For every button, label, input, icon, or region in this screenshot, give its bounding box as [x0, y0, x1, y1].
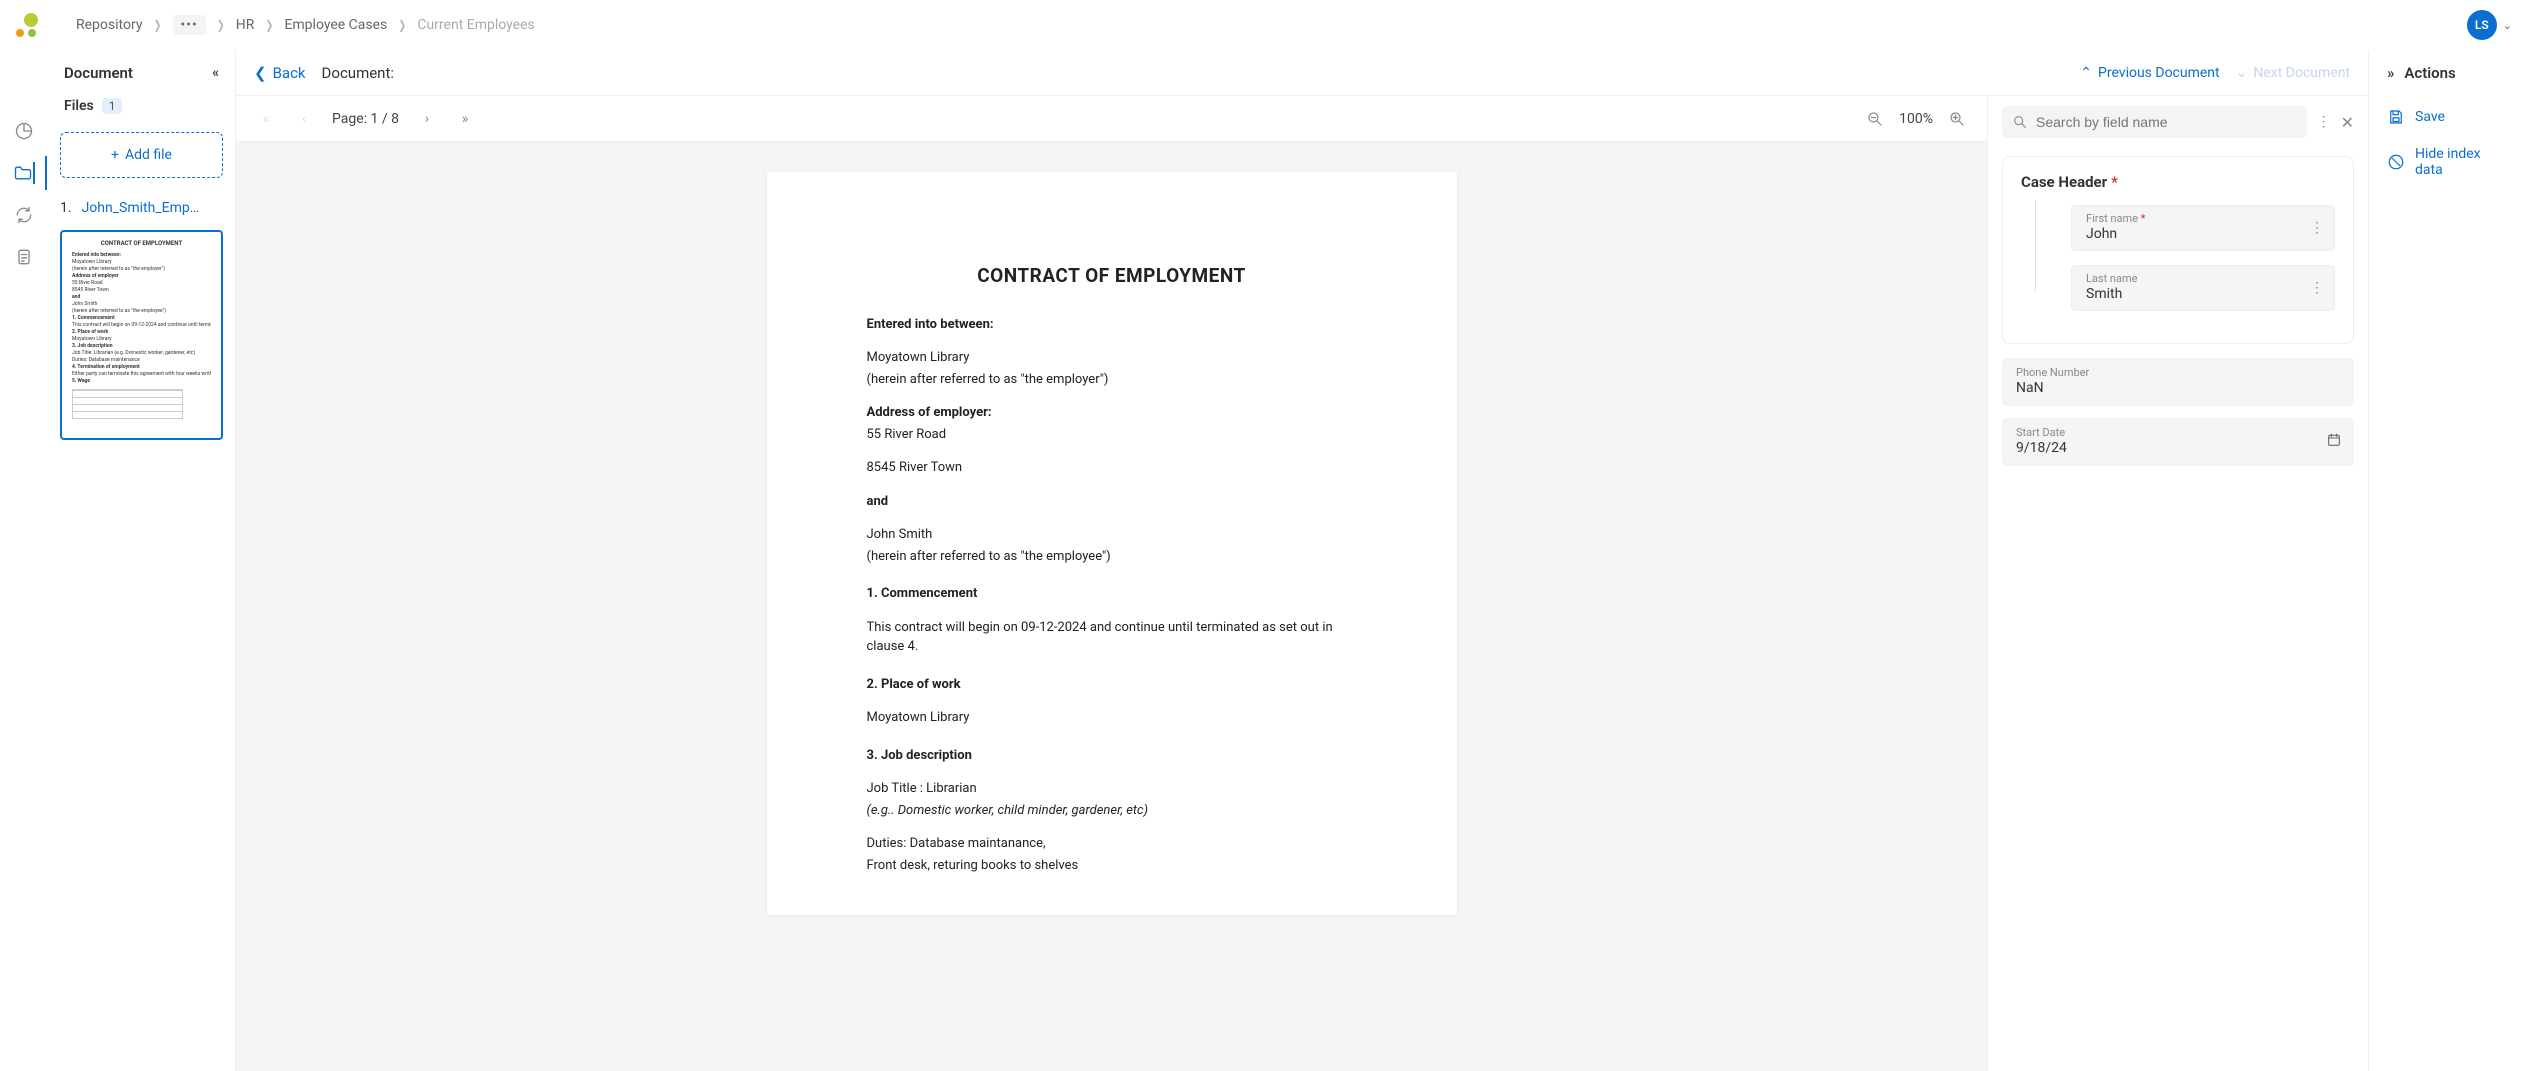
- previous-document-button[interactable]: ⌃ Previous Document: [2080, 65, 2219, 81]
- document-title-label: Document:: [322, 64, 394, 82]
- plus-icon: +: [111, 147, 119, 163]
- file-item[interactable]: 1. John_Smith_Emp…: [48, 192, 235, 224]
- files-label: Files: [64, 98, 94, 114]
- pie-icon[interactable]: [13, 120, 35, 142]
- folder-icon[interactable]: [13, 162, 35, 184]
- file-name: John_Smith_Emp…: [82, 200, 200, 216]
- breadcrumb-hr[interactable]: HR: [236, 17, 255, 33]
- next-page-icon[interactable]: ›: [417, 111, 437, 127]
- chevron-right-icon: ❭: [216, 18, 226, 32]
- first-page-icon: «: [256, 111, 276, 127]
- breadcrumb-repository[interactable]: Repository: [76, 17, 142, 33]
- hide-index-data-label: Hide index data: [2415, 146, 2510, 178]
- files-count-badge: 1: [102, 98, 123, 114]
- user-menu[interactable]: LS ⌄: [2467, 10, 2512, 40]
- breadcrumb-employee-cases[interactable]: Employee Cases: [284, 17, 387, 33]
- back-button[interactable]: ❮ Back: [254, 64, 306, 82]
- zoom-level: 100%: [1899, 111, 1933, 127]
- chevron-right-icon: ❭: [397, 18, 407, 32]
- more-icon[interactable]: ⋮: [2310, 220, 2324, 236]
- chevron-down-icon: ⌄: [2236, 65, 2248, 81]
- app-logo: [16, 13, 40, 37]
- zoom-in-icon[interactable]: [1947, 110, 1967, 128]
- clipboard-icon[interactable]: [13, 246, 35, 268]
- add-file-label: Add file: [125, 147, 172, 163]
- case-header-title: Case Header*: [2021, 173, 2335, 191]
- contract-title: CONTRACT OF EMPLOYMENT: [867, 262, 1357, 291]
- collapse-left-icon[interactable]: «: [212, 65, 219, 81]
- file-index: 1.: [60, 200, 72, 216]
- more-icon[interactable]: ⋮: [2310, 280, 2324, 296]
- prev-page-icon: ‹: [294, 111, 314, 127]
- document-page: CONTRACT OF EMPLOYMENT Entered into betw…: [767, 172, 1457, 915]
- save-icon: [2387, 108, 2405, 126]
- breadcrumb-current: Current Employees: [417, 17, 534, 33]
- zoom-out-icon[interactable]: [1865, 110, 1885, 128]
- back-label: Back: [273, 64, 306, 82]
- close-icon[interactable]: ✕: [2341, 113, 2354, 132]
- last-page-icon[interactable]: »: [455, 111, 475, 127]
- save-button[interactable]: Save: [2387, 98, 2510, 136]
- expand-right-icon[interactable]: »: [2387, 64, 2394, 82]
- refresh-icon[interactable]: [13, 204, 35, 226]
- page-thumbnail[interactable]: CONTRACT OF EMPLOYMENT Entered into betw…: [60, 230, 223, 440]
- next-document-label: Next Document: [2253, 65, 2350, 81]
- chevron-right-icon: ❭: [264, 18, 274, 32]
- more-icon[interactable]: ⋮: [2317, 114, 2331, 130]
- chevron-down-icon: ⌄: [2503, 19, 2512, 32]
- search-field-name[interactable]: [2002, 106, 2307, 138]
- add-file-button[interactable]: + Add file: [60, 132, 223, 178]
- chevron-left-icon: ❮: [254, 64, 267, 82]
- breadcrumb: Repository ❭ ••• ❭ HR ❭ Employee Cases ❭…: [76, 15, 535, 35]
- search-icon: [2012, 114, 2028, 130]
- hide-index-data-button[interactable]: Hide index data: [2387, 136, 2510, 188]
- previous-document-label: Previous Document: [2098, 65, 2220, 81]
- actions-title: Actions: [2404, 64, 2455, 82]
- page-indicator: Page: 1 / 8: [332, 111, 399, 127]
- chevron-up-icon: ⌃: [2080, 65, 2092, 81]
- next-document-button: ⌄ Next Document: [2236, 65, 2350, 81]
- first-name-field[interactable]: First name * John ⋮: [2071, 205, 2335, 251]
- save-label: Save: [2415, 109, 2445, 125]
- avatar: LS: [2467, 10, 2497, 40]
- breadcrumb-ellipsis[interactable]: •••: [173, 15, 206, 35]
- chevron-right-icon: ❭: [152, 18, 162, 32]
- start-date-field[interactable]: Start Date 9/18/24: [2002, 418, 2354, 466]
- phone-number-field[interactable]: Phone Number NaN: [2002, 358, 2354, 406]
- last-name-field[interactable]: Last name Smith ⋮: [2071, 265, 2335, 311]
- search-input[interactable]: [2036, 114, 2297, 130]
- hide-icon: [2387, 153, 2405, 171]
- files-panel-title: Document: [64, 64, 133, 82]
- calendar-icon[interactable]: [2326, 432, 2342, 452]
